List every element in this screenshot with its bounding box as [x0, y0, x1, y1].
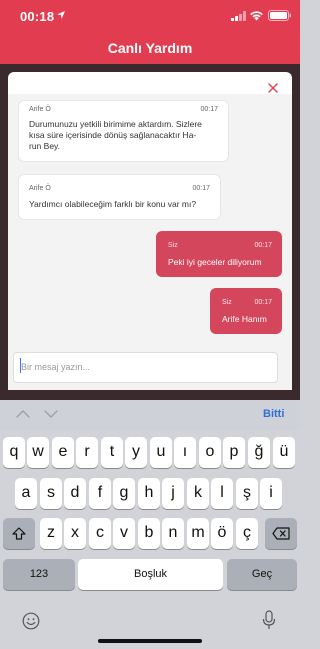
message-line: run Bey. [29, 141, 61, 151]
key[interactable]: b [138, 518, 160, 549]
message-input-placeholder: Bir mesaj yazın... [21, 362, 91, 372]
message-time: 00:17 [254, 299, 272, 306]
message-line: Durumunuzu yetkili birimime aktardım. Si… [29, 119, 202, 129]
message-text: Durumunuzu yetkili birimime aktardım. Si… [29, 119, 224, 152]
message-time: 00:17 [200, 106, 218, 113]
message-outgoing: Siz 00:17 Peki iyi geceler diliyorum [156, 231, 282, 277]
message-incoming: Arife Ö 00:17 Yardımcı olabileceğim fark… [18, 174, 221, 220]
key[interactable]: q [3, 437, 25, 468]
emoji-icon[interactable] [22, 612, 40, 630]
app-header: 00:18 Canlı Yardım [0, 0, 300, 64]
key[interactable]: m [187, 518, 209, 549]
message-sender: Siz [168, 242, 178, 249]
key[interactable]: k [187, 478, 209, 509]
key[interactable]: h [138, 478, 160, 509]
backspace-key[interactable] [265, 518, 297, 549]
key[interactable]: o [199, 437, 221, 468]
key[interactable]: t [101, 437, 123, 468]
microphone-icon[interactable] [262, 610, 276, 630]
key[interactable]: c [89, 518, 111, 549]
shift-key[interactable] [3, 518, 35, 549]
message-text: Arife Hanım [222, 314, 282, 325]
home-indicator [98, 639, 202, 643]
message-incoming: Arife Ö 00:17 Durumunuzu yetkili birimim… [18, 100, 229, 162]
key[interactable]: g [113, 478, 135, 509]
key[interactable]: w [27, 437, 49, 468]
message-list[interactable]: Arife Ö 00:17 Durumunuzu yetkili birimim… [8, 94, 292, 338]
key[interactable]: ü [273, 437, 295, 468]
chevron-up-icon[interactable] [16, 409, 30, 419]
key[interactable]: d [64, 478, 86, 509]
cellular-signal-icon [231, 11, 246, 21]
key[interactable]: x [64, 518, 86, 549]
backspace-icon [272, 527, 290, 540]
wifi-icon [250, 11, 263, 21]
key[interactable]: v [113, 518, 135, 549]
key[interactable]: ş [236, 478, 258, 509]
return-key[interactable]: Geç [227, 559, 297, 590]
key[interactable]: n [162, 518, 184, 549]
message-outgoing: Siz 00:17 Arife Hanım [210, 288, 282, 334]
key[interactable]: ğ [248, 437, 270, 468]
message-sender: Arife Ö [29, 106, 51, 113]
key[interactable]: e [52, 437, 74, 468]
message-text: Yardımcı olabileceğim farklı bir konu va… [29, 199, 219, 210]
message-input[interactable]: Bir mesaj yazın... [13, 352, 278, 383]
location-arrow-icon [57, 11, 65, 19]
message-line: Arife Hanım [222, 314, 267, 324]
key[interactable]: y [125, 437, 147, 468]
key[interactable]: ö [211, 518, 233, 549]
status-bar: 00:18 [0, 0, 300, 30]
key[interactable]: j [162, 478, 184, 509]
close-icon[interactable] [266, 81, 280, 95]
message-sender: Siz [222, 299, 232, 306]
page-title: Canlı Yardım [107, 40, 193, 56]
message-time: 00:17 [192, 185, 210, 192]
chevron-down-icon[interactable] [44, 409, 58, 419]
message-text: Peki iyi geceler diliyorum [168, 257, 278, 268]
key[interactable]: l [211, 478, 233, 509]
key[interactable]: f [89, 478, 111, 509]
text-caret [20, 358, 21, 373]
key[interactable]: a [15, 478, 37, 509]
key[interactable]: ç [236, 518, 258, 549]
message-sender: Arife Ö [29, 185, 51, 192]
key[interactable]: p [223, 437, 245, 468]
key[interactable]: z [40, 518, 62, 549]
key[interactable]: ı [174, 437, 196, 468]
message-line: Peki iyi geceler diliyorum [168, 257, 262, 267]
battery-icon [268, 10, 291, 21]
space-key[interactable]: Boşluk [78, 559, 223, 590]
done-button[interactable]: Bitti [263, 408, 284, 420]
status-time: 00:18 [20, 9, 55, 24]
key[interactable]: u [150, 437, 172, 468]
message-time: 00:17 [254, 242, 272, 249]
shift-icon [12, 527, 26, 540]
key[interactable]: s [40, 478, 62, 509]
message-line: kısa süre içerisinde dönüş sağlanacaktır… [29, 130, 197, 140]
key[interactable]: r [76, 437, 98, 468]
key[interactable]: i [260, 478, 282, 509]
numbers-key[interactable]: 123 [3, 559, 75, 590]
message-line: Yardımcı olabileceğim farklı bir konu va… [29, 199, 197, 209]
